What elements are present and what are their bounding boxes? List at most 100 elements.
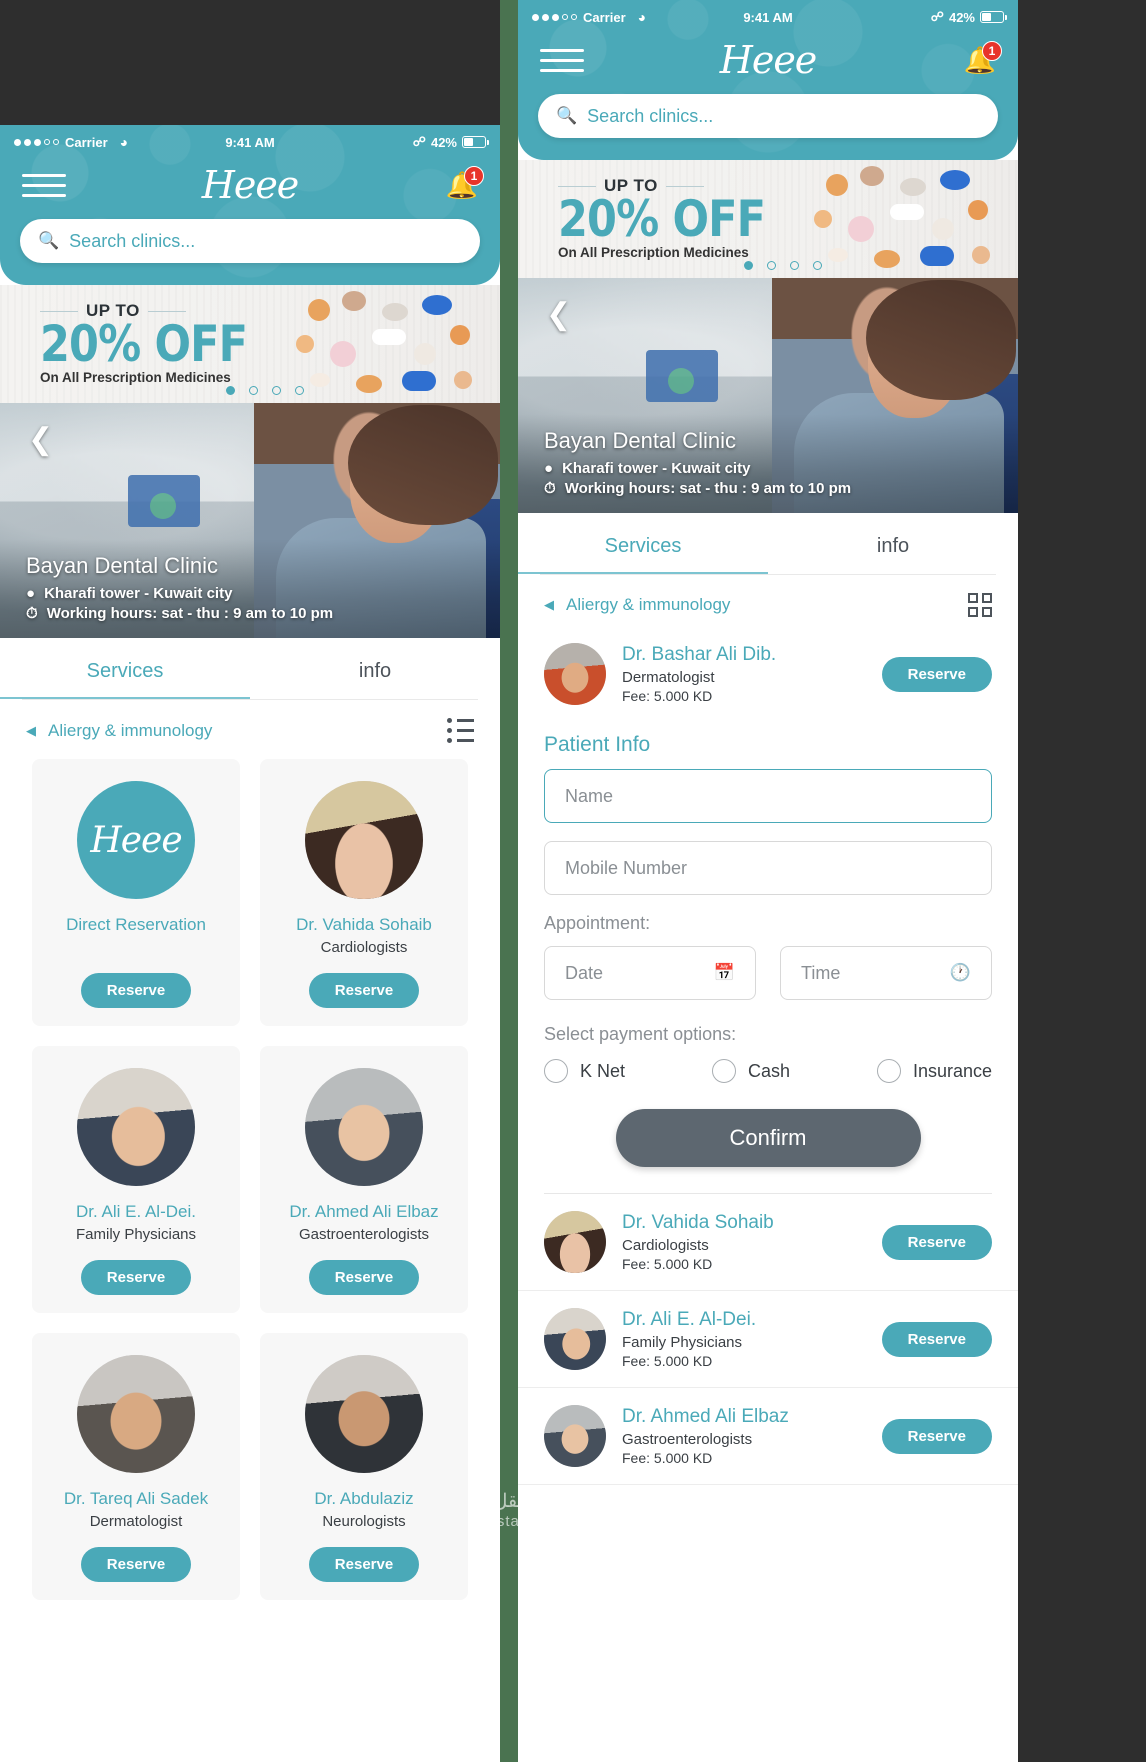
clock-icon: ⏱	[26, 605, 38, 622]
clinic-monitor	[128, 475, 200, 527]
clinic-hours: Working hours: sat - thu : 9 am to 10 pm	[46, 605, 334, 622]
battery-percent: 42%	[948, 9, 975, 25]
selected-doctor-info: Dr. Bashar Ali Dib. Dermatologist Fee: 5…	[622, 644, 866, 704]
doctor-specialty: Cardiologists	[320, 939, 408, 956]
reserve-button[interactable]: Reserve	[80, 1260, 192, 1295]
doctor-card[interactable]: Heee Direct Reservation Reserve	[32, 759, 240, 1026]
reserve-button[interactable]: Reserve	[80, 973, 192, 1008]
clinic-hero-image-left: ❮ Bayan Dental Clinic ● Kharafi tower - …	[0, 403, 500, 638]
search-input[interactable]: 🔍 Search clinics...	[20, 219, 480, 263]
promo-pills-image	[808, 160, 1018, 278]
list-item[interactable]: Dr. Ali E. Al-Dei. Family Physicians Fee…	[518, 1291, 1018, 1388]
doctor-card[interactable]: Dr. Tareq Ali Sadek Dermatologist Reserv…	[32, 1333, 240, 1600]
tab-services[interactable]: Services	[518, 513, 768, 574]
back-button[interactable]: ❮	[546, 300, 571, 330]
mobile-field[interactable]: Mobile Number	[544, 841, 992, 895]
battery-icon	[980, 11, 1007, 23]
clinic-name: Bayan Dental Clinic	[544, 428, 736, 453]
reserve-button[interactable]: Reserve	[308, 973, 420, 1008]
doctor-specialty: Cardiologists	[622, 1237, 709, 1254]
promo-text-block: UP TO 20% OFF On All Prescription Medici…	[40, 301, 281, 385]
clinic-monitor	[646, 350, 718, 402]
divider-strip	[500, 0, 518, 1762]
list-item[interactable]: Dr. Ahmed Ali Elbaz Gastroenterologists …	[518, 1388, 1018, 1485]
reserve-button[interactable]: Reserve	[881, 1224, 992, 1260]
confirm-button[interactable]: Confirm	[615, 1109, 921, 1167]
reserve-button[interactable]: Reserve	[308, 1547, 420, 1582]
reserve-button[interactable]: Reserve	[881, 1418, 992, 1454]
clock-icon: ⏱	[544, 480, 556, 497]
calendar-icon: 📅	[713, 963, 735, 982]
list-view-icon[interactable]	[447, 718, 474, 743]
notifications-button[interactable]: 🔔 1	[952, 41, 1002, 73]
doctor-name: Dr. Ali E. Al-Dei.	[76, 1202, 196, 1221]
category-row-left: ◀ Aliergy & immunology	[0, 700, 500, 753]
promo-carousel-dots[interactable]	[744, 261, 822, 270]
payment-option-knet[interactable]: K Net	[544, 1059, 625, 1083]
patient-info-form: Name Mobile Number Appointment: Date 📅 T…	[518, 769, 1018, 1167]
payment-option-cash[interactable]: Cash	[711, 1059, 790, 1083]
clinic-location: Kharafi tower - Kuwait city	[44, 585, 233, 602]
reserve-button[interactable]: Reserve	[80, 1547, 192, 1582]
background-filler	[1018, 0, 1146, 1762]
clinic-info-overlay: Bayan Dental Clinic ● Kharafi tower - Ku…	[518, 414, 1018, 513]
back-button[interactable]: ❮	[28, 425, 53, 455]
avatar	[544, 1211, 606, 1273]
bluetooth-icon: ☍	[930, 9, 944, 24]
appointment-row: Date 📅 Time 🕐	[544, 946, 992, 1018]
payment-option-label: Insurance	[912, 1060, 992, 1081]
chevron-left-icon: ◀	[26, 722, 36, 738]
status-bar-left: Carrier ◕ 9:41 AM ☍ 42%	[0, 125, 500, 153]
doctor-card[interactable]: Dr. Ali E. Al-Dei. Family Physicians Res…	[32, 1046, 240, 1313]
promo-banner-left[interactable]: UP TO 20% OFF On All Prescription Medici…	[0, 285, 500, 403]
promo-pills-image	[290, 285, 500, 403]
map-pin-icon: ●	[26, 585, 36, 602]
doctor-name: Direct Reservation	[66, 915, 206, 934]
payment-label: Select payment options:	[544, 1024, 737, 1044]
doctor-specialty: Family Physicians	[75, 1226, 197, 1243]
promo-banner-right[interactable]: UP TO 20% OFF On All Prescription Medici…	[518, 160, 1018, 278]
tab-bar-right: Services info	[518, 513, 1018, 574]
mobile-placeholder: Mobile Number	[565, 857, 688, 878]
doctor-name: Dr. Abdulaziz	[314, 1489, 414, 1508]
list-item[interactable]: Dr. Vahida Sohaib Cardiologists Fee: 5.0…	[518, 1194, 1018, 1291]
radio-circle-icon	[711, 1059, 736, 1083]
avatar	[305, 1068, 423, 1186]
payment-option-label: K Net	[580, 1060, 626, 1081]
tab-info[interactable]: info	[250, 638, 500, 699]
doctor-card[interactable]: Dr. Vahida Sohaib Cardiologists Reserve	[260, 759, 468, 1026]
time-field[interactable]: Time 🕐	[780, 946, 992, 1000]
hamburger-menu-icon[interactable]	[22, 167, 66, 204]
payment-option-label: Cash	[747, 1060, 790, 1081]
payment-option-insurance[interactable]: Insurance	[876, 1059, 992, 1083]
selected-doctor-row[interactable]: Dr. Bashar Ali Dib. Dermatologist Fee: 5…	[518, 627, 1018, 715]
name-field[interactable]: Name	[544, 769, 992, 823]
tab-info[interactable]: info	[768, 513, 1018, 574]
doctor-fee: Fee: 5.000 KD	[622, 1353, 713, 1369]
category-label: Aliergy & immunology	[566, 595, 731, 614]
doctor-card[interactable]: Dr. Ahmed Ali Elbaz Gastroenterologists …	[260, 1046, 468, 1313]
tab-services[interactable]: Services	[0, 638, 250, 699]
search-placeholder: Search clinics...	[587, 105, 714, 126]
phone-screen-left: Carrier ◕ 9:41 AM ☍ 42% Heee 🔔 1 🔍 Searc…	[0, 125, 500, 1762]
patient-hair	[866, 280, 1016, 400]
promo-carousel-dots[interactable]	[226, 386, 304, 395]
grid-view-icon[interactable]	[968, 593, 992, 617]
radio-circle-icon	[876, 1059, 901, 1083]
doctor-card[interactable]: Dr. Abdulaziz Neurologists Reserve	[260, 1333, 468, 1600]
app-logo: Heee	[719, 38, 818, 82]
avatar	[544, 1308, 606, 1370]
bluetooth-icon: ☍	[412, 134, 426, 149]
category-selector[interactable]: ◀ Aliergy & immunology	[26, 721, 212, 741]
app-header-right: Carrier ◕ 9:41 AM ☍ 42% Heee 🔔 1 🔍 Searc…	[518, 0, 1018, 160]
category-selector[interactable]: ◀ Aliergy & immunology	[544, 595, 730, 615]
doctor-name: Dr. Ahmed Ali Elbaz	[622, 1406, 789, 1427]
reserve-button[interactable]: Reserve	[308, 1260, 420, 1295]
date-placeholder: Date	[565, 962, 604, 983]
search-input[interactable]: 🔍 Search clinics...	[538, 94, 998, 138]
hamburger-menu-icon[interactable]	[540, 42, 584, 79]
date-field[interactable]: Date 📅	[544, 946, 756, 1000]
notifications-button[interactable]: 🔔 1	[434, 166, 484, 198]
reserve-button[interactable]: Reserve	[881, 1321, 992, 1357]
reserve-button[interactable]: Reserve	[881, 656, 992, 692]
